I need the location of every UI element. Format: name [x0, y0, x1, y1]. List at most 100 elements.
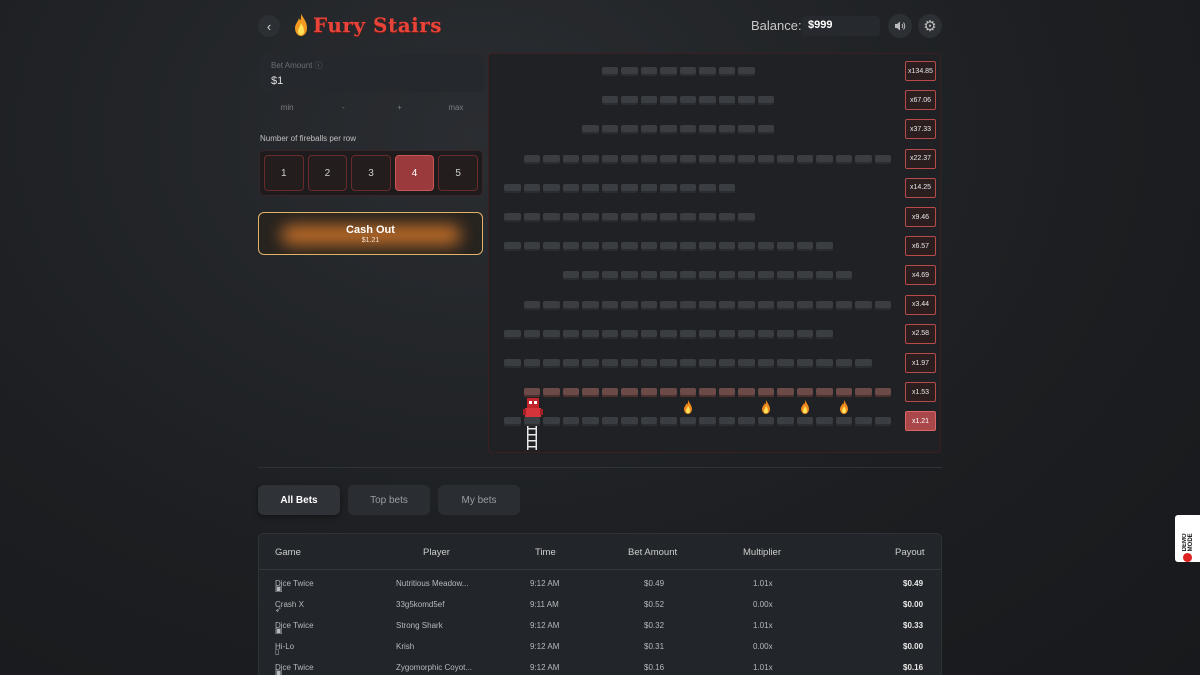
stair-tile[interactable] [699, 329, 716, 339]
stair-tile[interactable] [816, 242, 833, 252]
stair-tile[interactable] [718, 417, 735, 427]
stair-tile[interactable] [679, 271, 696, 281]
stair-tile[interactable] [777, 242, 794, 252]
stair-tile[interactable] [757, 388, 774, 398]
stair-tile[interactable] [718, 271, 735, 281]
stair-tile[interactable] [504, 359, 521, 368]
stair-tile[interactable] [601, 96, 618, 106]
stair-tile[interactable] [757, 154, 774, 164]
stair-tile[interactable] [601, 359, 618, 368]
stair-tile[interactable] [796, 271, 813, 281]
stair-tile[interactable] [679, 388, 696, 398]
stair-tile[interactable] [679, 329, 696, 339]
back-button[interactable]: ‹ [258, 15, 280, 37]
stair-tile[interactable] [504, 183, 521, 193]
stair-tile[interactable] [621, 388, 638, 398]
stair-tile[interactable] [718, 154, 735, 164]
stair-tile[interactable] [640, 242, 657, 252]
stair-tile[interactable] [796, 359, 813, 368]
stair-tile[interactable] [874, 388, 891, 398]
fireballs-option-4[interactable]: 4 [394, 155, 435, 191]
stair-tile[interactable] [621, 417, 638, 427]
stair-tile[interactable] [835, 359, 852, 368]
stair-tile[interactable] [660, 67, 677, 76]
stair-tile[interactable] [543, 183, 560, 193]
stair-tile[interactable] [757, 271, 774, 281]
stair-tile[interactable] [738, 388, 755, 398]
stair-tile[interactable] [543, 388, 560, 398]
stair-tile[interactable] [816, 300, 833, 310]
stair-tile[interactable] [777, 154, 794, 164]
stair-tile[interactable] [640, 300, 657, 310]
stair-tile[interactable] [543, 329, 560, 339]
stair-tile[interactable] [601, 300, 618, 310]
fireballs-option-2[interactable]: 2 [307, 155, 348, 191]
stair-tile[interactable] [621, 154, 638, 164]
table-row[interactable]: ➶ Crash X 33g5komd5ef 9:11 AM $0.52 0.00x $0.0… [259, 595, 941, 616]
stair-tile[interactable] [543, 242, 560, 252]
stair-tile[interactable] [718, 125, 735, 135]
stair-tile[interactable] [562, 242, 579, 252]
stair-tile[interactable] [699, 67, 716, 76]
stair-tile[interactable] [640, 329, 657, 339]
stair-tile[interactable] [523, 154, 540, 164]
stair-tile[interactable] [699, 213, 716, 222]
stair-tile[interactable] [582, 300, 599, 310]
stair-tile[interactable] [718, 388, 735, 398]
stair-tile[interactable] [679, 154, 696, 164]
stair-tile[interactable] [640, 125, 657, 135]
stair-tile[interactable] [582, 154, 599, 164]
stair-tile[interactable] [601, 67, 618, 76]
stair-tile[interactable] [523, 183, 540, 193]
stair-tile[interactable] [621, 242, 638, 252]
stair-tile[interactable] [738, 96, 755, 106]
table-row[interactable]: ▣ Dice Twice Zygomorphic Coyot... 9:12 AM $0… [259, 658, 941, 675]
stair-tile[interactable] [757, 359, 774, 368]
stair-tile[interactable] [601, 125, 618, 135]
stair-tile[interactable] [582, 213, 599, 222]
stair-tile[interactable] [543, 154, 560, 164]
stair-tile[interactable] [582, 125, 599, 135]
stair-tile[interactable] [543, 417, 560, 427]
stair-tile[interactable] [757, 417, 774, 427]
stair-tile[interactable] [718, 300, 735, 310]
stair-tile[interactable] [796, 388, 813, 398]
stair-tile[interactable] [738, 67, 755, 76]
bet-increase-button[interactable]: + [372, 100, 428, 116]
stair-tile[interactable] [562, 183, 579, 193]
stair-tile[interactable] [816, 359, 833, 368]
stair-tile[interactable] [601, 271, 618, 281]
stair-tile[interactable] [796, 154, 813, 164]
stair-tile[interactable] [699, 271, 716, 281]
stair-tile[interactable] [855, 417, 872, 427]
fireballs-option-5[interactable]: 5 [438, 155, 478, 191]
stair-tile[interactable] [855, 388, 872, 398]
stair-tile[interactable] [855, 154, 872, 164]
stair-tile[interactable] [738, 154, 755, 164]
stair-tile[interactable] [757, 125, 774, 135]
stair-tile[interactable] [816, 388, 833, 398]
stair-tile[interactable] [835, 271, 852, 281]
stair-tile[interactable] [757, 329, 774, 339]
stair-tile[interactable] [543, 213, 560, 222]
table-row[interactable]: ▯ Hi-Lo Krish 9:12 AM $0.31 0.00x $0.00 [259, 637, 941, 658]
stair-tile[interactable] [855, 359, 872, 368]
stair-tile[interactable] [621, 329, 638, 339]
table-row[interactable]: ▣ Dice Twice Nutritious Meadow... 9:12 AM $0… [259, 574, 941, 595]
stair-tile[interactable] [601, 183, 618, 193]
stair-tile[interactable] [738, 359, 755, 368]
stair-tile[interactable] [874, 300, 891, 310]
cash-out-button[interactable]: Cash Out $1.21 [258, 212, 483, 255]
stair-tile[interactable] [640, 183, 657, 193]
stair-tile[interactable] [796, 417, 813, 427]
stair-tile[interactable] [660, 329, 677, 339]
stair-tile[interactable] [796, 242, 813, 252]
stair-tile[interactable] [660, 242, 677, 252]
settings-button[interactable]: ⚙ [918, 14, 942, 38]
stair-tile[interactable] [718, 96, 735, 106]
stair-tile[interactable] [562, 388, 579, 398]
stair-tile[interactable] [699, 242, 716, 252]
stair-tile[interactable] [816, 271, 833, 281]
stair-tile[interactable] [601, 154, 618, 164]
stair-tile[interactable] [738, 271, 755, 281]
